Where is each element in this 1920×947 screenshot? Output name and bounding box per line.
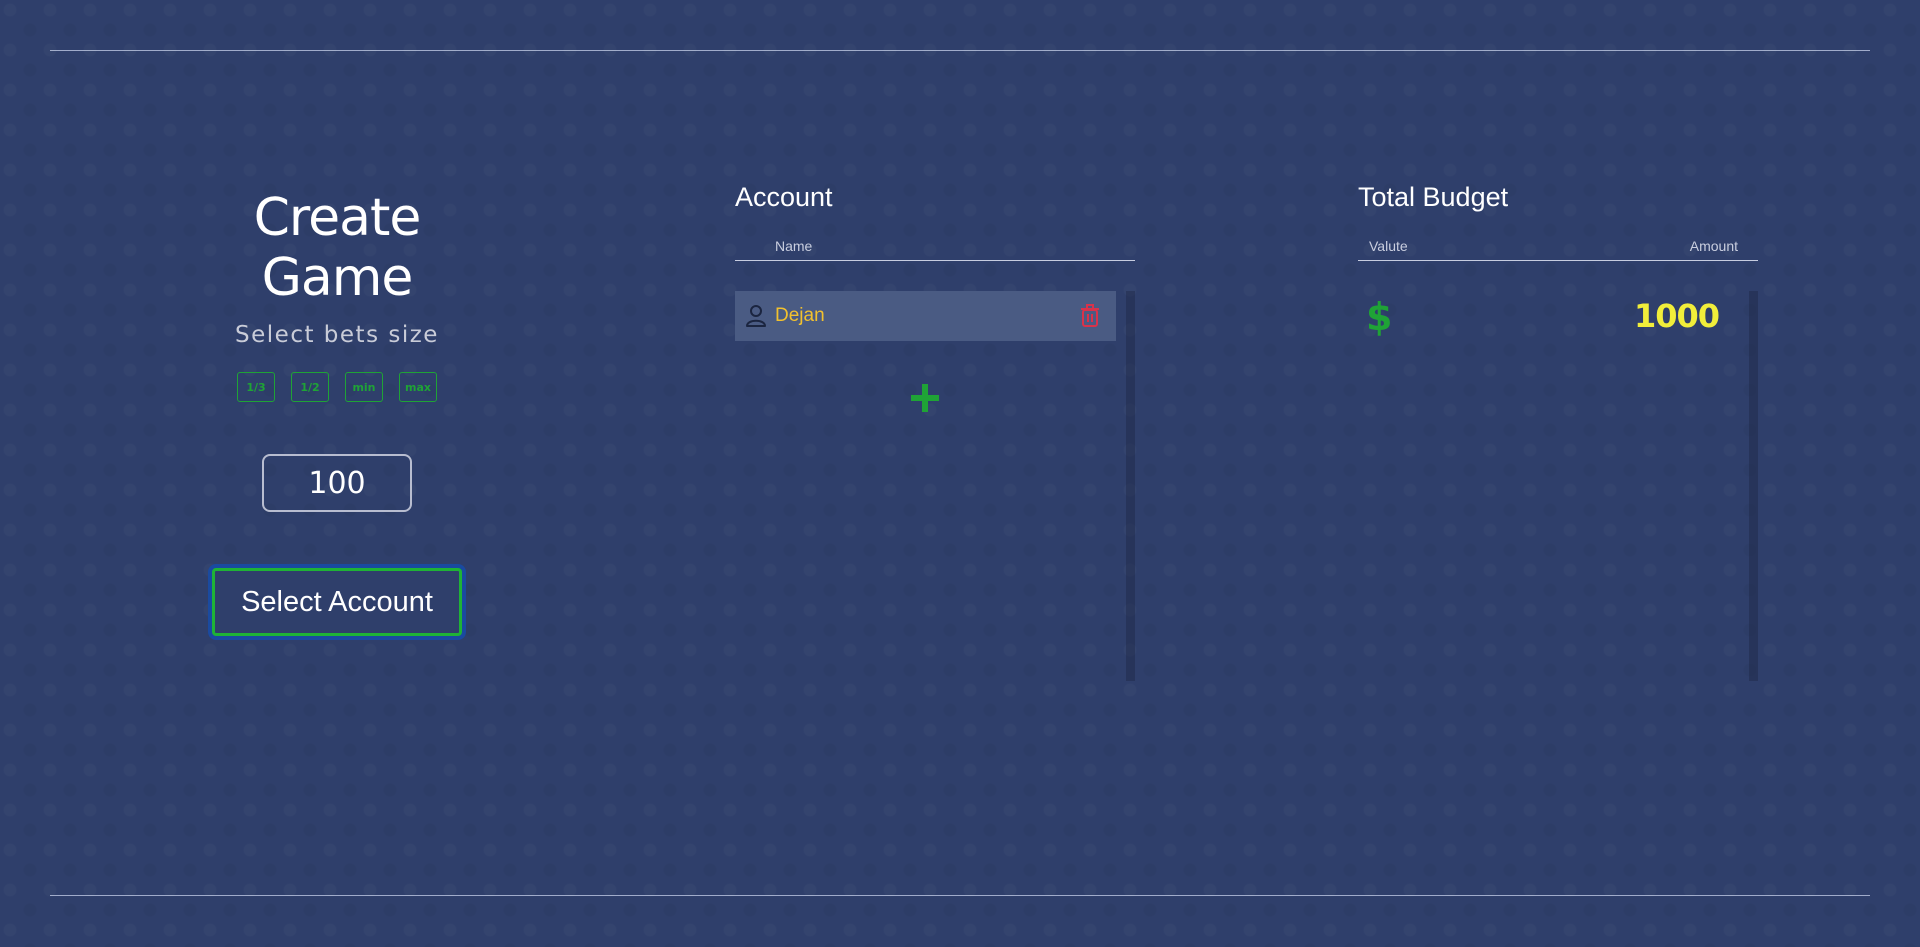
account-list: Dejan	[735, 291, 1135, 681]
budget-table-header: Valute Amount	[1358, 236, 1758, 261]
trash-icon[interactable]	[1080, 304, 1100, 328]
currency-symbol: $	[1366, 295, 1393, 339]
user-icon	[745, 304, 767, 328]
valute-column-header: Valute	[1369, 238, 1408, 254]
account-table-header: Name	[735, 236, 1135, 261]
budget-panel-title: Total Budget	[1358, 182, 1509, 212]
select-account-button[interactable]: Select Account	[212, 568, 462, 636]
budget-amount: 1000	[1633, 297, 1720, 335]
bet-size-buttons: 1/3 1/2 min max	[187, 372, 487, 402]
budget-row: $ 1000	[1358, 291, 1739, 341]
budget-list: $ 1000	[1358, 291, 1758, 681]
top-divider	[50, 50, 1870, 51]
bets-subtitle: Select bets size	[235, 322, 439, 348]
plus-icon[interactable]	[908, 381, 942, 415]
bet-third-button[interactable]: 1/3	[237, 372, 275, 402]
bet-min-button[interactable]: min	[345, 372, 383, 402]
account-scrollbar[interactable]	[1126, 291, 1135, 681]
name-column-header: Name	[775, 238, 813, 254]
account-name: Dejan	[775, 305, 825, 326]
amount-column-header: Amount	[1689, 238, 1738, 254]
bet-amount-field[interactable]: 100	[262, 454, 412, 512]
bet-max-button[interactable]: max	[399, 372, 437, 402]
budget-scrollbar[interactable]	[1749, 291, 1758, 681]
bet-half-button[interactable]: 1/2	[291, 372, 329, 402]
account-row[interactable]: Dejan	[735, 291, 1116, 341]
page-title: Create Game	[253, 188, 422, 308]
create-game-section: Create Game Select bets size 1/3 1/2 min…	[187, 188, 487, 636]
account-panel-title: Account	[735, 182, 833, 212]
bottom-divider	[50, 895, 1870, 896]
